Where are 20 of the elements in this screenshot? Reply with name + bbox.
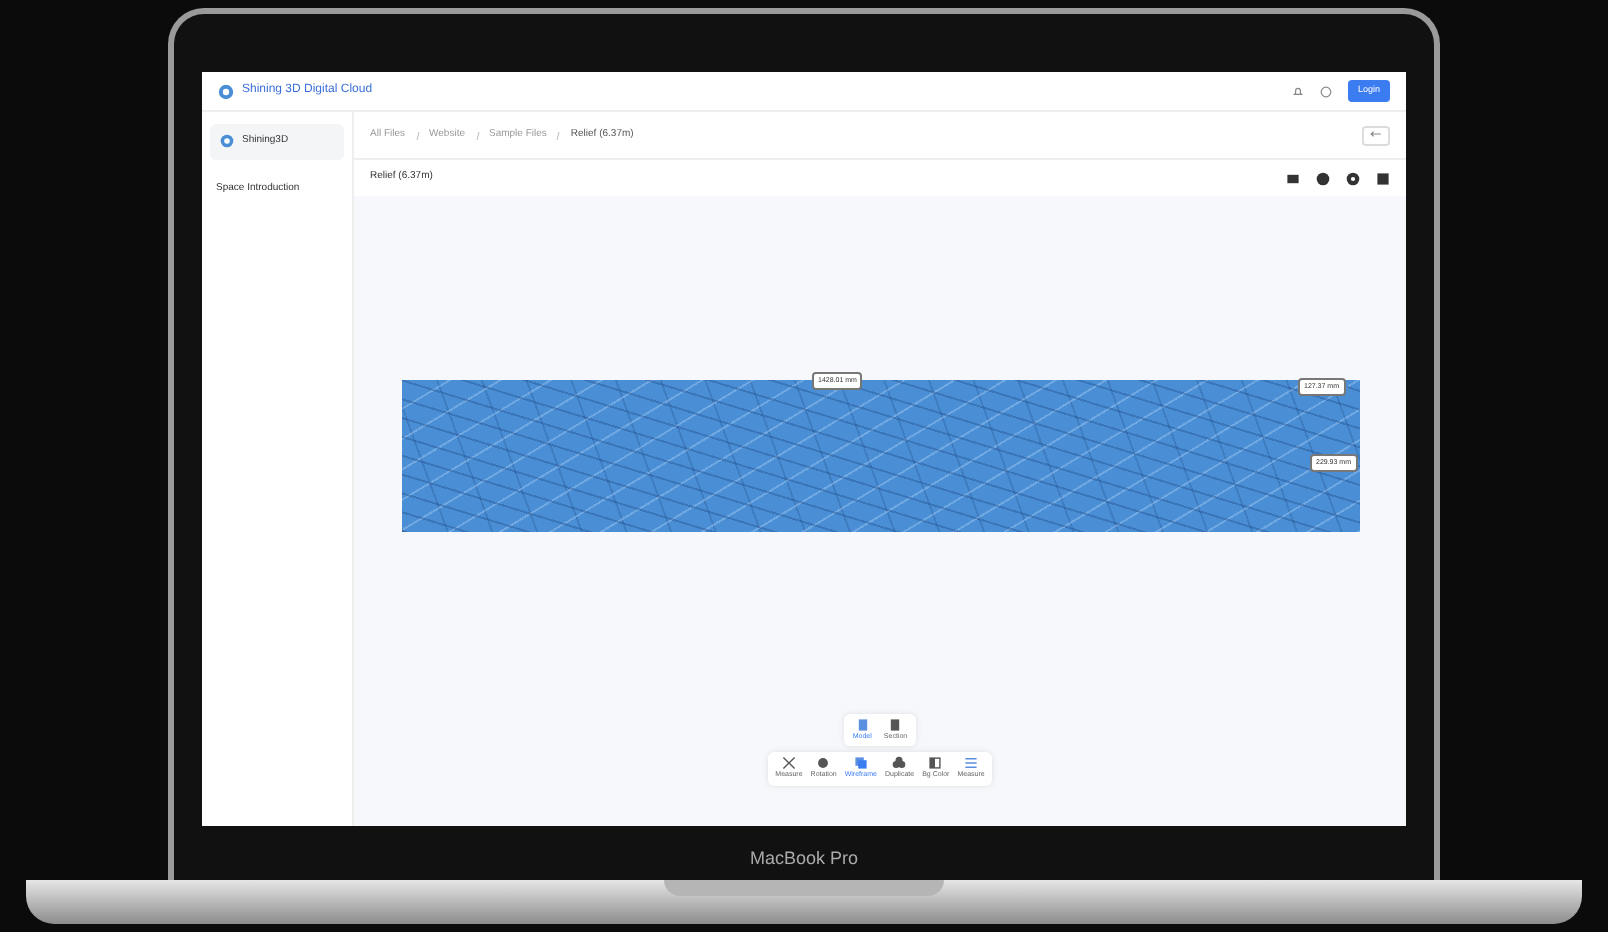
help-icon[interactable]: [1319, 85, 1332, 97]
separator-icon: [415, 131, 420, 139]
document-icon: [888, 718, 903, 732]
fullscreen-icon[interactable]: [1376, 171, 1390, 185]
device-label: MacBook Pro: [749, 846, 859, 872]
circles-icon: [892, 756, 907, 771]
logo-icon: [220, 134, 234, 149]
ruler-icon: [781, 756, 796, 771]
page-icon: [855, 718, 870, 732]
settings-icon[interactable]: [1346, 171, 1360, 185]
info-icon[interactable]: [1316, 171, 1330, 185]
separator-icon: [475, 131, 479, 139]
back-arrow-icon: [1370, 130, 1382, 139]
lines-icon: [964, 756, 979, 771]
separator-icon: [556, 131, 561, 139]
bell-icon[interactable]: [1291, 85, 1304, 97]
grid-icon[interactable]: [1286, 171, 1300, 185]
logo-icon: [218, 83, 234, 99]
layers-icon: [853, 756, 868, 771]
sphere-icon: [816, 756, 831, 771]
